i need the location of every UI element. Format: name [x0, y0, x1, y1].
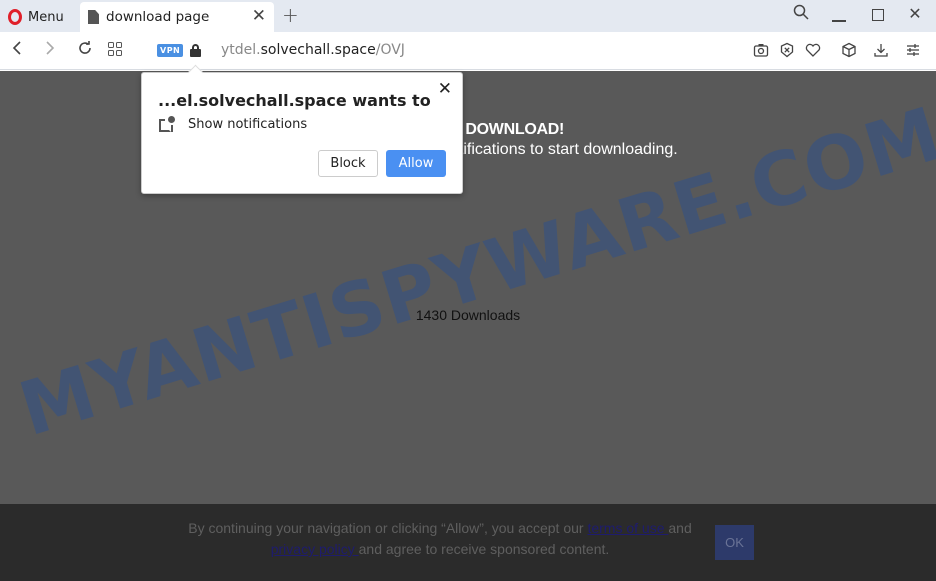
back-icon[interactable] — [12, 40, 22, 61]
tab-download-page[interactable]: download page ✕ — [80, 2, 274, 32]
menu-label: Menu — [28, 9, 64, 25]
camera-icon[interactable] — [753, 42, 769, 58]
allow-button[interactable]: Allow — [386, 150, 446, 177]
url-host: solvechall.space — [260, 42, 376, 58]
permission-label: Show notifications — [188, 117, 308, 132]
url-prefix: ytdel. — [221, 42, 261, 58]
consent-footer-bar: By continuing your navigation or clickin… — [0, 504, 936, 581]
close-window-icon[interactable]: ✕ — [903, 4, 927, 23]
search-icon[interactable] — [789, 4, 813, 24]
close-tab-icon[interactable]: ✕ — [252, 6, 266, 26]
opera-logo-icon — [8, 9, 22, 25]
consent-text-middle: and — [668, 520, 692, 536]
opera-menu-button[interactable]: Menu — [8, 4, 64, 30]
tabs-grid-icon[interactable] — [108, 42, 122, 56]
downloads-count: 1430 Downloads — [415, 307, 521, 323]
url-field[interactable]: ytdel.solvechall.space/OVJ — [221, 42, 405, 58]
consent-text-after: and agree to receive sponsored content. — [358, 541, 610, 557]
lock-icon[interactable] — [190, 44, 201, 57]
url-path: /OVJ — [375, 42, 405, 58]
page-headline: D DOWNLOAD! — [450, 121, 565, 138]
easy-setup-icon[interactable] — [905, 42, 921, 58]
adblock-icon[interactable] — [779, 42, 795, 58]
vpn-badge[interactable]: VPN — [157, 44, 184, 57]
address-toolbar: VPN ytdel.solvechall.space/OVJ — [0, 32, 936, 70]
consent-text-before: By continuing your navigation or clickin… — [188, 520, 588, 536]
notification-permission-popup: ...el.solvechall.space wants to ✕ Show n… — [141, 64, 463, 194]
notification-icon — [159, 116, 175, 132]
tab-title: download page — [106, 9, 210, 25]
maximize-icon[interactable] — [872, 9, 884, 21]
block-button[interactable]: Block — [318, 150, 378, 177]
document-icon — [88, 10, 99, 24]
new-tab-button[interactable]: + — [282, 3, 299, 27]
consent-text: By continuing your navigation or clickin… — [170, 518, 710, 560]
minimize-icon[interactable] — [832, 20, 846, 22]
ok-button[interactable]: OK — [715, 525, 754, 560]
privacy-policy-link[interactable]: privacy policy — [271, 541, 359, 557]
reload-icon[interactable] — [77, 40, 93, 61]
popup-title: ...el.solvechall.space wants to — [158, 91, 431, 110]
cube-icon[interactable] — [841, 42, 857, 58]
terms-of-use-link[interactable]: terms of use — [587, 520, 668, 536]
page-subline: otifications to start downloading. — [450, 141, 678, 158]
close-icon[interactable]: ✕ — [438, 79, 452, 99]
forward-icon[interactable] — [45, 40, 55, 61]
heart-icon[interactable] — [805, 42, 821, 58]
tab-bar: Menu download page ✕ + ✕ — [0, 0, 936, 32]
download-icon[interactable] — [873, 42, 889, 58]
